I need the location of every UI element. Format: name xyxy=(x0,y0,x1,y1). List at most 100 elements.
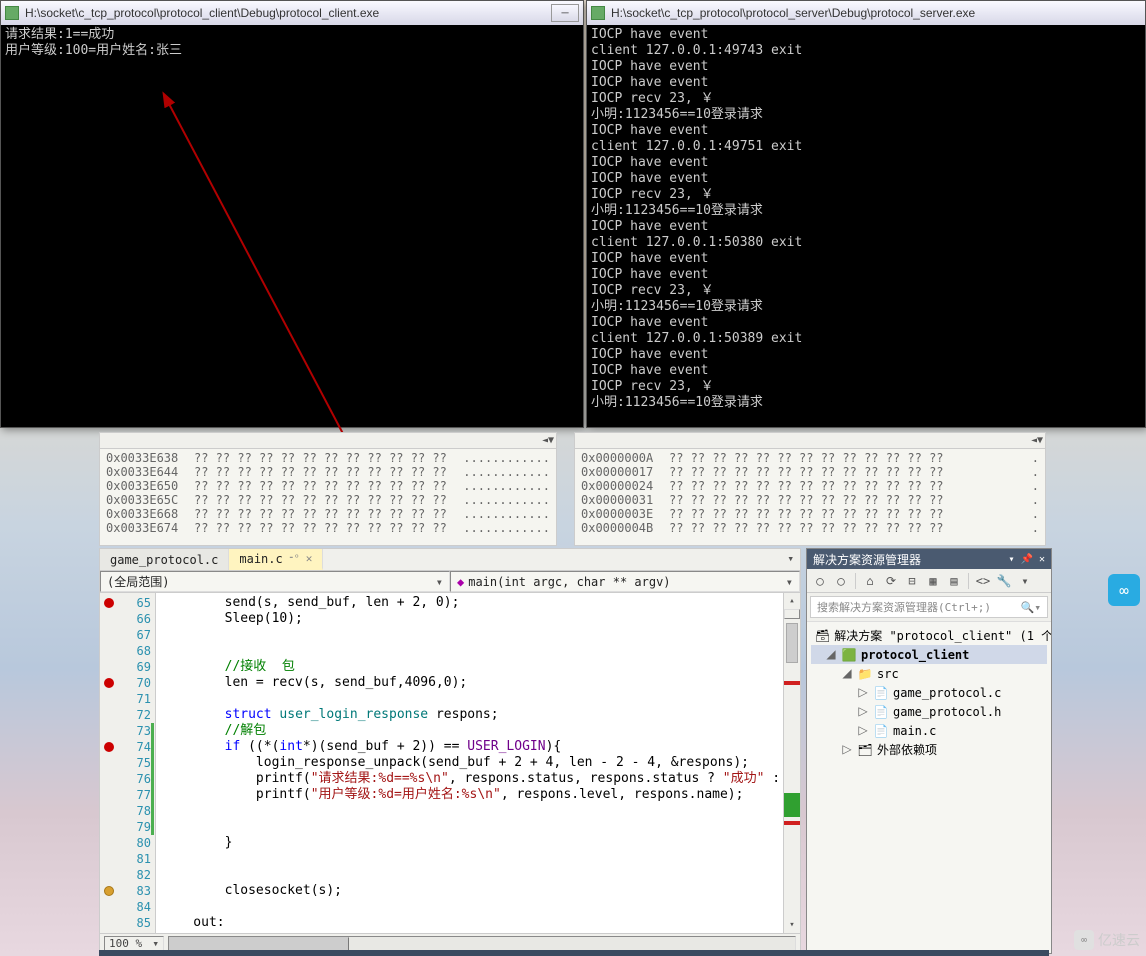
expander-icon[interactable]: ▷ xyxy=(857,704,869,719)
solution-root-node[interactable]: 🗃 解决方案 "protocol_client" (1 个项目) xyxy=(811,626,1047,645)
line-number[interactable]: 79 xyxy=(100,819,151,835)
code-line[interactable]: printf("用户等级:%d=用户姓名:%s\n", respons.leve… xyxy=(162,787,783,803)
file-node[interactable]: ▷ 📄 main.c xyxy=(811,721,1047,740)
line-number[interactable]: 73 xyxy=(100,723,151,739)
code-area[interactable]: send(s, send_buf, len + 2, 0); Sleep(10)… xyxy=(156,593,783,933)
search-icon: 🔍▾ xyxy=(1021,601,1041,614)
properties-button[interactable]: ▤ xyxy=(945,572,963,590)
code-line[interactable]: len = recv(s, send_buf,4096,0); xyxy=(162,675,783,691)
code-line[interactable] xyxy=(162,867,783,883)
code-line[interactable]: login_response_unpack(send_buf + 2 + 4, … xyxy=(162,755,783,771)
tab-game-protocol[interactable]: game_protocol.c xyxy=(100,549,229,570)
code-line[interactable]: } xyxy=(162,835,783,851)
tab-main[interactable]: main.c ⁃ᵒ ✕ xyxy=(229,549,323,570)
scroll-control[interactable]: ◄▼ xyxy=(1031,435,1045,446)
scroll-down-button[interactable]: ▾ xyxy=(784,917,800,933)
scroll-control[interactable]: ◄▼ xyxy=(542,435,556,446)
tab-overflow-button[interactable]: ▾ xyxy=(781,549,800,570)
home-button[interactable]: ⌂ xyxy=(861,572,879,590)
expander-icon[interactable]: ▷ xyxy=(841,742,853,757)
line-number[interactable]: 66 xyxy=(100,611,151,627)
expander-icon[interactable]: ▷ xyxy=(857,723,869,738)
collapse-button[interactable]: ⊟ xyxy=(903,572,921,590)
function-dropdown[interactable]: ◆ main(int argc, char ** argv) ▾ xyxy=(450,571,800,592)
project-node[interactable]: ◢ 🟩 protocol_client xyxy=(811,645,1047,664)
memory-row: 0x0000004B?? ?? ?? ?? ?? ?? ?? ?? ?? ?? … xyxy=(581,521,1039,535)
code-line[interactable]: send(s, send_buf, len + 2, 0); xyxy=(162,595,783,611)
forward-button[interactable]: ◯ xyxy=(832,572,850,590)
scroll-thumb[interactable] xyxy=(786,623,798,663)
code-line[interactable]: //接收 包 xyxy=(162,659,783,675)
scope-dropdown[interactable]: (全局范围) ▾ xyxy=(100,571,450,592)
breakpoint-icon[interactable] xyxy=(104,678,114,688)
code-line[interactable]: if ((*(int*)(send_buf + 2)) == USER_LOGI… xyxy=(162,739,783,755)
line-number[interactable]: 71 xyxy=(100,691,151,707)
code-line[interactable] xyxy=(162,627,783,643)
back-button[interactable]: ◯ xyxy=(811,572,829,590)
code-line[interactable]: closesocket(s); xyxy=(162,883,783,899)
server-console-titlebar[interactable]: H:\socket\c_tcp_protocol\protocol_server… xyxy=(587,1,1145,25)
line-number[interactable]: 77 xyxy=(100,787,151,803)
dropdown-icon[interactable]: ▾ xyxy=(1008,554,1014,565)
code-line[interactable]: //解包 xyxy=(162,723,783,739)
line-number[interactable]: 81 xyxy=(100,851,151,867)
minimize-button[interactable]: ─ xyxy=(551,4,579,22)
code-view-button[interactable]: <> xyxy=(974,572,992,590)
code-line[interactable] xyxy=(162,691,783,707)
pin-icon[interactable]: 📌 xyxy=(1021,554,1033,565)
solution-search-input[interactable]: 搜索解决方案资源管理器(Ctrl+;) 🔍▾ xyxy=(810,596,1048,618)
expander-icon[interactable]: ▷ xyxy=(857,685,869,700)
solution-tree[interactable]: 🗃 解决方案 "protocol_client" (1 个项目) ◢ 🟩 pro… xyxy=(807,621,1051,953)
file-node[interactable]: ▷ 📄 game_protocol.c xyxy=(811,683,1047,702)
line-number[interactable]: 85 xyxy=(100,915,151,931)
code-line[interactable] xyxy=(162,819,783,835)
line-number[interactable]: 80 xyxy=(100,835,151,851)
code-line[interactable] xyxy=(162,851,783,867)
breakpoint-icon[interactable] xyxy=(104,598,114,608)
more-button[interactable]: ▾ xyxy=(1016,572,1034,590)
line-number[interactable]: 84 xyxy=(100,899,151,915)
memory-rows-right: 0x0000000A?? ?? ?? ?? ?? ?? ?? ?? ?? ?? … xyxy=(575,449,1045,537)
code-line[interactable] xyxy=(162,643,783,659)
expander-icon[interactable]: ◢ xyxy=(825,647,837,662)
solution-explorer-titlebar[interactable]: 解决方案资源管理器 ▾ 📌 ✕ xyxy=(807,549,1051,569)
scroll-up-button[interactable]: ▴ xyxy=(784,593,800,609)
line-number-gutter[interactable]: 6566676869707172737475767778798081828384… xyxy=(100,593,156,933)
line-number[interactable]: 82 xyxy=(100,867,151,883)
code-line[interactable] xyxy=(162,803,783,819)
line-number[interactable]: 78 xyxy=(100,803,151,819)
pin-icon[interactable]: ⁃ᵒ xyxy=(289,553,300,564)
vertical-scrollbar[interactable]: ▴ ▾ xyxy=(783,593,800,933)
client-console-titlebar[interactable]: H:\socket\c_tcp_protocol\protocol_client… xyxy=(1,1,583,25)
code-line[interactable]: struct user_login_response respons; xyxy=(162,707,783,723)
line-number[interactable]: 68 xyxy=(100,643,151,659)
line-number[interactable]: 67 xyxy=(100,627,151,643)
line-number[interactable]: 69 xyxy=(100,659,151,675)
line-number[interactable]: 83 xyxy=(100,883,151,899)
close-icon[interactable]: ✕ xyxy=(1039,554,1045,565)
scroll-thumb[interactable] xyxy=(169,937,349,951)
code-line[interactable]: out: xyxy=(162,915,783,931)
zoom-dropdown[interactable]: 100 % ▾ xyxy=(104,936,164,951)
code-line[interactable]: Sleep(10); xyxy=(162,611,783,627)
code-line[interactable]: printf("请求结果:%d==%s\n", respons.status, … xyxy=(162,771,783,787)
breakpoint-warning-icon[interactable] xyxy=(104,886,114,896)
folder-src-node[interactable]: ◢ 📁 src xyxy=(811,664,1047,683)
wrench-button[interactable]: 🔧 xyxy=(995,572,1013,590)
line-number[interactable]: 74 xyxy=(100,739,151,755)
file-node[interactable]: ▷ 📄 game_protocol.h xyxy=(811,702,1047,721)
expander-icon[interactable]: ◢ xyxy=(841,666,853,681)
line-number[interactable]: 75 xyxy=(100,755,151,771)
line-number[interactable]: 65 xyxy=(100,595,151,611)
refresh-button[interactable]: ⟳ xyxy=(882,572,900,590)
close-icon[interactable]: ✕ xyxy=(306,552,313,565)
project-icon: 🟩 xyxy=(841,648,857,662)
line-number[interactable]: 76 xyxy=(100,771,151,787)
show-all-button[interactable]: ▦ xyxy=(924,572,942,590)
breakpoint-icon[interactable] xyxy=(104,742,114,752)
external-deps-node[interactable]: ▷ 🗂 外部依赖项 xyxy=(811,740,1047,759)
line-number[interactable]: 72 xyxy=(100,707,151,723)
code-line[interactable] xyxy=(162,899,783,915)
split-handle[interactable] xyxy=(784,609,800,619)
line-number[interactable]: 70 xyxy=(100,675,151,691)
